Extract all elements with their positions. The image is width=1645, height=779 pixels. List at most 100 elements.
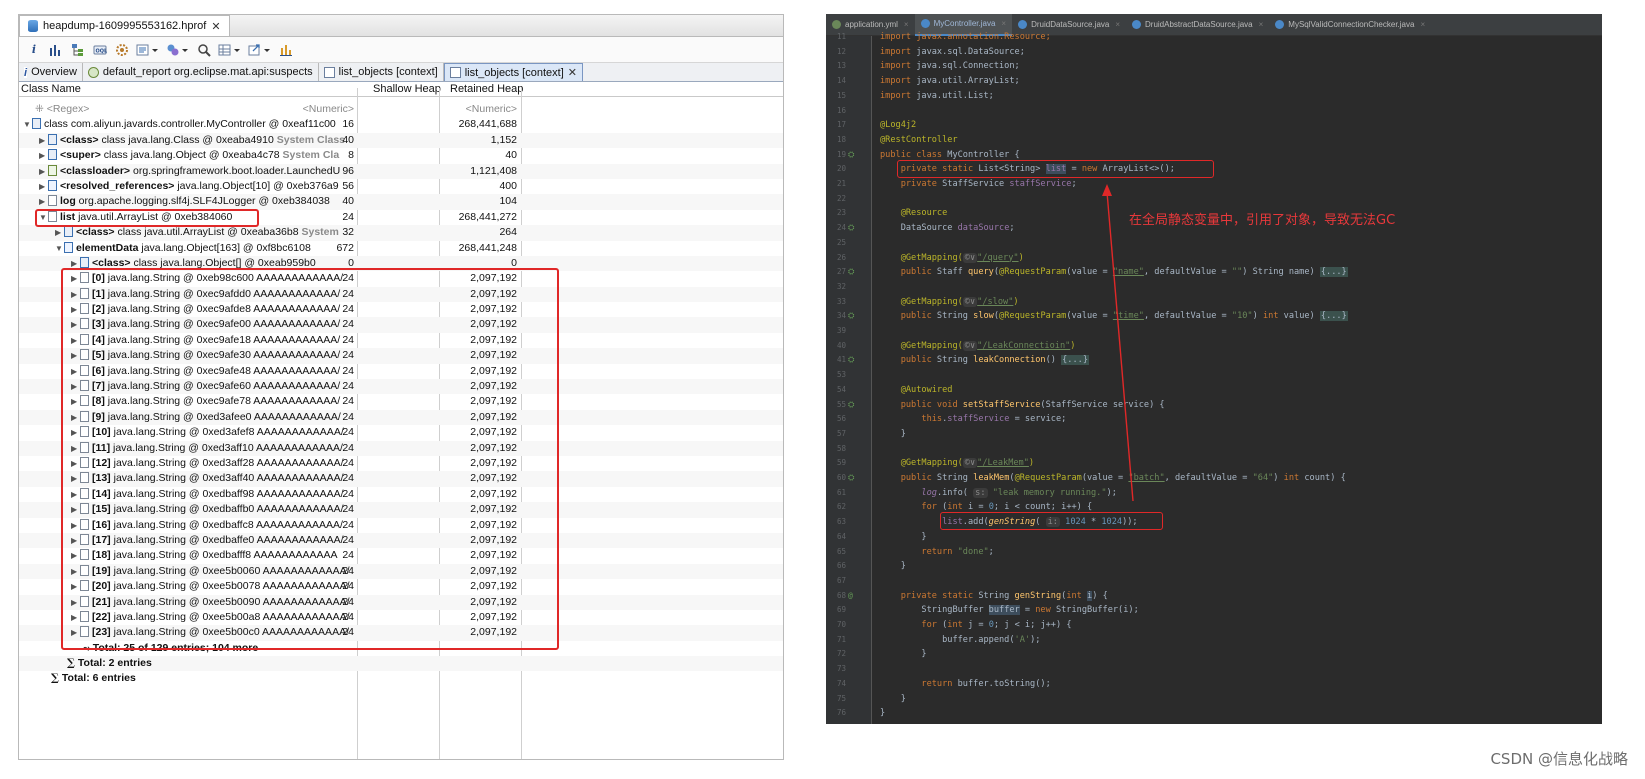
tab-list-objects-1[interactable]: list_objects [context] bbox=[319, 63, 444, 81]
table-row[interactable]: ▶ <super> class java.lang.Object @ 0xeaba… bbox=[19, 148, 783, 163]
table-row[interactable]: ▶ [18] java.lang.String @ 0xedbafff8 AAAA… bbox=[19, 548, 783, 563]
expand-triangle-icon[interactable]: ▶ bbox=[71, 259, 80, 268]
tab-list-objects-2[interactable]: list_objects [context] ✕ bbox=[443, 63, 583, 81]
collapse-triangle-icon[interactable]: ▼ bbox=[23, 120, 32, 129]
field-name: [3] bbox=[92, 318, 105, 331]
close-icon[interactable]: ✕ bbox=[568, 66, 577, 79]
expand-triangle-icon[interactable]: ▶ bbox=[55, 228, 64, 237]
reports-dropdown-icon[interactable] bbox=[135, 41, 161, 59]
expand-triangle-icon[interactable]: ▶ bbox=[71, 474, 80, 483]
table-row[interactable]: ▶ [2] java.lang.String @ 0xec9afde8 AAAAA… bbox=[19, 302, 783, 317]
table-row[interactable]: ▶ [21] java.lang.String @ 0xee5b0090 AAAA… bbox=[19, 594, 783, 610]
expand-triangle-icon[interactable]: ▶ bbox=[71, 444, 80, 453]
expand-triangle-icon[interactable]: ▶ bbox=[71, 536, 80, 545]
expand-triangle-icon[interactable]: ▶ bbox=[71, 521, 80, 530]
table-row[interactable]: ▶ [19] java.lang.String @ 0xee5b0060 AAAA… bbox=[19, 563, 783, 580]
column-class-name[interactable]: Class Name bbox=[21, 83, 81, 95]
table-row[interactable]: ▶ [20] java.lang.String @ 0xee5b0078 AAAA… bbox=[19, 579, 783, 594]
expand-triangle-icon[interactable]: ▶ bbox=[71, 351, 80, 360]
table-row[interactable]: ▶ [22] java.lang.String @ 0xee5b00a8 AAAA… bbox=[19, 610, 783, 625]
table-row[interactable]: ▶ [13] java.lang.String @ 0xed3aff40 AAAA… bbox=[19, 471, 783, 487]
expand-triangle-icon[interactable]: ▶ bbox=[71, 382, 80, 391]
expand-triangle-icon[interactable]: ▶ bbox=[39, 136, 48, 145]
table-row[interactable]: ▶ [9] java.lang.String @ 0xed3afee0 AAAAA… bbox=[19, 409, 783, 426]
expand-triangle-icon[interactable]: ▶ bbox=[71, 598, 80, 607]
total-inner-label[interactable]: Total: 25 of 129 entries; 104 more bbox=[93, 642, 259, 654]
table-row[interactable]: ▶ [12] java.lang.String @ 0xed3aff28 AAAA… bbox=[19, 456, 783, 471]
table-row[interactable]: ▶ [3] java.lang.String @ 0xec9afe00 AAAAA… bbox=[19, 317, 783, 333]
table-row[interactable]: ▶ [23] java.lang.String @ 0xee5b00c0 AAAA… bbox=[19, 625, 783, 641]
table-row[interactable]: ▶ <class> class java.lang.Class @ 0xeaba4… bbox=[19, 132, 783, 149]
table-row[interactable]: ▶ [6] java.lang.String @ 0xec9afe48 AAAAA… bbox=[19, 364, 783, 379]
table-row[interactable]: ▼ class com.aliyun.javards.controller.MyC… bbox=[19, 117, 783, 132]
histogram-icon[interactable] bbox=[47, 41, 65, 59]
expand-triangle-icon[interactable]: ▶ bbox=[71, 367, 80, 376]
thread-overview-icon[interactable] bbox=[113, 41, 131, 59]
expand-triangle-icon[interactable]: ▶ bbox=[39, 167, 48, 176]
object-icon bbox=[80, 380, 89, 392]
expand-triangle-icon[interactable]: ▶ bbox=[71, 397, 80, 406]
retained-heap-value: 268,441,248 bbox=[458, 241, 517, 254]
tab-default-report[interactable]: default_report org.eclipse.mat.api:suspe… bbox=[83, 63, 319, 81]
shallow-filter[interactable]: <Numeric> bbox=[303, 103, 354, 115]
dominator-tree-icon[interactable] bbox=[69, 41, 87, 59]
table-row[interactable]: ▶ <classloader> org.springframework.boot.… bbox=[19, 163, 783, 179]
expand-triangle-icon[interactable]: ▶ bbox=[71, 305, 80, 314]
export-dropdown-icon[interactable] bbox=[247, 41, 273, 59]
table-row[interactable]: ▶ [0] java.lang.String @ 0xeb98c600 AAAAA… bbox=[19, 271, 783, 286]
collapse-triangle-icon[interactable]: ▼ bbox=[39, 213, 48, 222]
expand-triangle-icon[interactable]: ▶ bbox=[71, 274, 80, 283]
expand-triangle-icon[interactable]: ▶ bbox=[71, 428, 80, 437]
expand-triangle-icon[interactable]: ▶ bbox=[39, 197, 48, 206]
expand-triangle-icon[interactable]: ▶ bbox=[71, 582, 80, 591]
collapse-triangle-icon[interactable]: ▼ bbox=[55, 244, 64, 253]
expand-triangle-icon[interactable]: ▶ bbox=[71, 490, 80, 499]
expand-triangle-icon[interactable]: ▶ bbox=[71, 613, 80, 622]
heapdump-editor-tab[interactable]: heapdump-1609995553162.hprof ✕ bbox=[19, 15, 230, 36]
table-row[interactable]: ▶ [10] java.lang.String @ 0xed3afef8 AAAA… bbox=[19, 425, 783, 440]
expand-triangle-icon[interactable]: ▶ bbox=[71, 320, 80, 329]
table-row[interactable]: ▶ [4] java.lang.String @ 0xec9afe18 AAAAA… bbox=[19, 333, 783, 348]
table-row[interactable]: ▶ <class> class java.lang.Object[] @ 0xea… bbox=[19, 255, 783, 272]
table-row[interactable]: ▶ [16] java.lang.String @ 0xedbaffc8 AAAA… bbox=[19, 518, 783, 533]
tab-overview[interactable]: i Overview bbox=[19, 63, 83, 81]
info-icon[interactable]: i bbox=[25, 41, 43, 59]
table-row[interactable]: ▼ elementData java.lang.Object[163] @ 0xf… bbox=[19, 241, 783, 256]
table-row[interactable]: ▶ [8] java.lang.String @ 0xec9afe78 AAAAA… bbox=[19, 394, 783, 409]
expand-triangle-icon[interactable]: ▶ bbox=[71, 567, 80, 576]
table-row[interactable]: ▶ [11] java.lang.String @ 0xed3aff10 AAAA… bbox=[19, 440, 783, 456]
calculate-heap-icon[interactable] bbox=[277, 41, 295, 59]
search-icon[interactable] bbox=[195, 41, 213, 59]
table-row[interactable]: ▶ <class> class java.util.ArrayList @ 0xe… bbox=[19, 225, 783, 241]
table-row[interactable]: ▶ [17] java.lang.String @ 0xedbaffe0 AAAA… bbox=[19, 532, 783, 549]
expand-triangle-icon[interactable]: ▶ bbox=[71, 459, 80, 468]
expand-triangle-icon[interactable]: ▶ bbox=[39, 182, 48, 191]
table-row[interactable]: ▶ [5] java.lang.String @ 0xec9afe30 AAAAA… bbox=[19, 348, 783, 364]
query-browser-dropdown-icon[interactable] bbox=[165, 41, 191, 59]
column-shallow-heap[interactable]: Shallow Heap bbox=[373, 83, 441, 95]
table-row[interactable]: ▶ <resolved_references> java.lang.Object[… bbox=[19, 179, 783, 194]
table-row[interactable]: ▶ [15] java.lang.String @ 0xedbaffb0 AAAA… bbox=[19, 502, 783, 518]
expand-triangle-icon[interactable]: ▶ bbox=[71, 505, 80, 514]
expand-triangle-icon[interactable]: ▶ bbox=[71, 628, 80, 637]
oql-icon[interactable]: OQL bbox=[91, 41, 109, 59]
expand-triangle-icon[interactable]: ▶ bbox=[71, 551, 80, 560]
table-row[interactable]: ▼ list java.util.ArrayList @ 0xeb384060 24… bbox=[19, 210, 783, 225]
field-name: [19] bbox=[92, 564, 111, 577]
expand-triangle-icon[interactable]: ▶ bbox=[71, 413, 80, 422]
expand-triangle-icon[interactable]: ▶ bbox=[71, 290, 80, 299]
group-by-dropdown-icon[interactable] bbox=[217, 41, 243, 59]
field-name: [18] bbox=[92, 549, 111, 562]
field-name: log bbox=[60, 195, 76, 208]
column-retained-heap[interactable]: Retained Heap bbox=[450, 83, 523, 95]
expand-triangle-icon[interactable]: ▶ bbox=[39, 151, 48, 160]
table-row[interactable]: ▶ [7] java.lang.String @ 0xec9afe60 AAAAA… bbox=[19, 379, 783, 395]
table-row[interactable]: ▶ [1] java.lang.String @ 0xec9afdd0 AAAAA… bbox=[19, 286, 783, 303]
table-row[interactable]: ▶ log org.apache.logging.slf4j.SLF4JLogge… bbox=[19, 194, 783, 210]
retained-filter[interactable]: <Numeric> bbox=[466, 103, 517, 115]
close-icon[interactable]: ✕ bbox=[211, 20, 220, 33]
expand-triangle-icon[interactable]: ▶ bbox=[71, 336, 80, 345]
regex-filter[interactable]: <Regex> bbox=[47, 103, 90, 115]
table-row[interactable]: ▶ [14] java.lang.String @ 0xedbaff98 AAAA… bbox=[19, 487, 783, 502]
filter-row[interactable]: ⁜ <Regex> <Numeric> <Numeric> bbox=[19, 102, 783, 117]
